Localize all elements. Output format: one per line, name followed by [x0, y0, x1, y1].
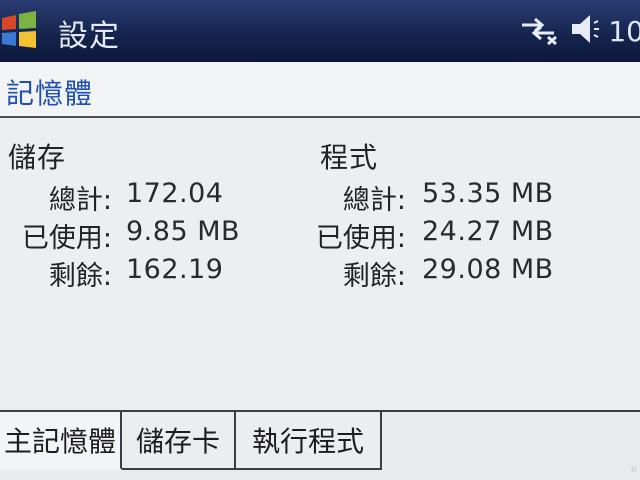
storage-used-label: 已使用: — [21, 223, 112, 254]
storage-total-value: 172.04 — [126, 178, 224, 209]
settings-screen: 設定 10 記憶體 儲存 總計: 172.04 已使用: 9.85 MB 剩餘:… — [0, 0, 640, 480]
program-total-label: 總計: — [342, 185, 406, 216]
speaker-icon[interactable] — [570, 12, 600, 50]
status-icons: 10 — [518, 10, 640, 52]
windows-logo-icon — [2, 11, 36, 48]
title-bar: 設定 10 — [0, 0, 640, 62]
tab-main-memory-label: 主記憶體 — [3, 425, 116, 458]
start-button[interactable] — [0, 8, 40, 54]
memory-content: 儲存 總計: 172.04 已使用: 9.85 MB 剩餘: 162.19 程式… — [0, 118, 640, 410]
program-free-value: 29.08 MB — [422, 254, 554, 285]
storage-total-label: 總計: — [48, 185, 112, 216]
tab-storage-card[interactable]: 儲存卡 — [122, 412, 236, 470]
tab-main-memory[interactable]: 主記憶體 — [0, 412, 122, 470]
program-used-value: 24.27 MB — [422, 216, 554, 247]
storage-used-value: 9.85 MB — [126, 216, 241, 247]
tab-running-programs[interactable]: 執行程式 — [236, 412, 382, 470]
sync-arrows-icon[interactable] — [518, 13, 558, 49]
program-free-label: 剩餘: — [342, 261, 406, 292]
page-title: 記憶體 — [6, 77, 94, 110]
page-header: 記憶體 — [0, 62, 640, 118]
tab-bar: 主記憶體 儲存卡 執行程式 — [0, 410, 640, 480]
storage-free-label: 剩餘: — [48, 261, 112, 292]
storage-section-title: 儲存 — [8, 141, 67, 174]
window-title: 設定 — [58, 19, 120, 54]
corner-mark: # — [629, 465, 638, 476]
tab-running-programs-label: 執行程式 — [251, 425, 364, 458]
program-section-title: 程式 — [320, 141, 379, 174]
volume-level-text: 10 — [608, 14, 640, 48]
storage-free-value: 162.19 — [126, 254, 224, 285]
tab-storage-card-label: 儲存卡 — [135, 425, 220, 458]
program-total-value: 53.35 MB — [422, 178, 554, 209]
program-used-label: 已使用: — [315, 223, 406, 254]
